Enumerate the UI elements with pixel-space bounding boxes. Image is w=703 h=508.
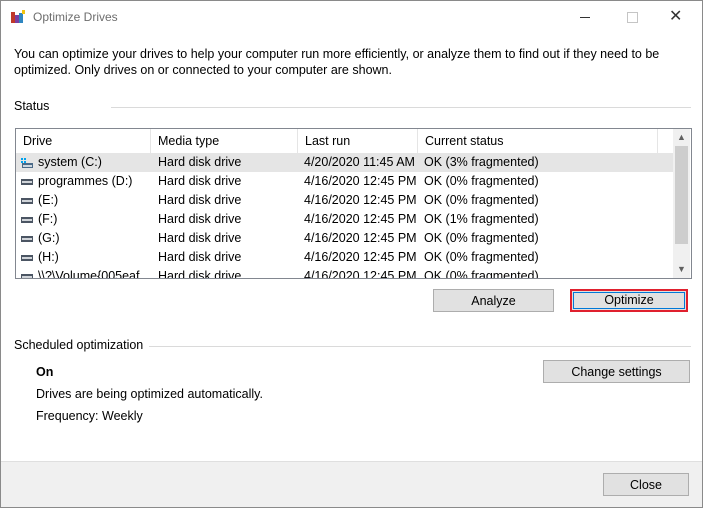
optimize-button[interactable]: Optimize [570,289,688,312]
drive-row[interactable]: (F:) Hard disk drive 4/16/2020 12:45 PM … [16,210,673,229]
system-drive-icon [21,158,33,168]
drive-row[interactable]: system (C:) Hard disk drive 4/20/2020 11… [16,153,673,172]
current-status: OK (1% fragmented) [424,212,539,226]
schedule-frequency: Frequency: Weekly [36,409,143,423]
maximize-icon [627,12,638,23]
media-type: Hard disk drive [158,212,242,226]
media-type: Hard disk drive [158,231,242,245]
drive-row[interactable]: \\?\Volume{005eaf Hard disk drive 4/16/2… [16,267,673,279]
hard-drive-icon [21,179,33,185]
dialog-footer [1,461,702,507]
current-status: OK (0% fragmented) [424,269,539,279]
analyze-button[interactable]: Analyze [433,289,554,312]
optimize-button-label: Optimize [573,292,685,309]
column-header-last-run[interactable]: Last run [298,129,418,153]
current-status: OK (0% fragmented) [424,193,539,207]
optimize-drives-window: Optimize Drives ✕ You can optimize your … [0,0,703,508]
scheduled-optimization-label: Scheduled optimization [14,338,144,352]
media-type: Hard disk drive [158,174,242,188]
scheduled-divider [149,346,691,347]
title-bar[interactable]: Optimize Drives ✕ [1,1,702,33]
drive-row[interactable]: programmes (D:) Hard disk drive 4/16/202… [16,172,673,191]
scroll-up-arrow-icon[interactable]: ▲ [673,129,690,146]
media-type: Hard disk drive [158,250,242,264]
media-type: Hard disk drive [158,193,242,207]
minimize-button[interactable] [563,1,609,33]
drive-row[interactable]: (E:) Hard disk drive 4/16/2020 12:45 PM … [16,191,673,210]
drive-name: (E:) [38,193,59,207]
hard-drive-icon [21,255,33,261]
change-settings-button[interactable]: Change settings [543,360,690,383]
minimize-icon [580,17,590,18]
intro-description: You can optimize your drives to help you… [14,47,660,77]
drive-name: (F:) [38,212,58,226]
column-header-drive[interactable]: Drive [16,129,151,153]
hard-drive-icon [21,274,33,278]
drives-list-rows: system (C:) Hard disk drive 4/20/2020 11… [16,153,673,279]
hard-drive-icon [21,217,33,223]
current-status: OK (0% fragmented) [424,231,539,245]
window-close-button[interactable]: ✕ [655,1,701,33]
current-status: OK (0% fragmented) [424,174,539,188]
window-title: Optimize Drives [33,10,118,24]
drive-name: \\?\Volume{005eaf [38,269,140,279]
media-type: Hard disk drive [158,269,242,279]
current-status: OK (0% fragmented) [424,250,539,264]
media-type: Hard disk drive [158,155,242,169]
column-header-current-status[interactable]: Current status [418,129,658,153]
last-run: 4/16/2020 12:45 PM [304,250,417,264]
close-icon: ✕ [669,8,683,25]
last-run: 4/16/2020 12:45 PM [304,193,417,207]
drive-name: (H:) [38,250,59,264]
drives-list-header: Drive Media type Last run Current status [16,129,673,153]
last-run: 4/16/2020 12:45 PM [304,231,417,245]
column-header-media-type[interactable]: Media type [151,129,298,153]
hard-drive-icon [21,236,33,242]
schedule-state: On [36,365,54,379]
drive-name: programmes (D:) [38,174,133,188]
hard-drive-icon [21,198,33,204]
maximize-button[interactable] [609,1,655,33]
last-run: 4/16/2020 12:45 PM [304,212,417,226]
current-status: OK (3% fragmented) [424,155,539,169]
last-run: 4/16/2020 12:45 PM [304,269,417,279]
close-button[interactable]: Close [603,473,689,496]
scrollbar-thumb[interactable] [675,146,688,244]
status-divider [111,107,691,108]
scroll-down-arrow-icon[interactable]: ▼ [673,261,690,278]
drive-name: (G:) [38,231,60,245]
drives-list[interactable]: Drive Media type Last run Current status… [15,128,692,279]
defrag-app-icon [11,10,25,23]
last-run: 4/20/2020 11:45 AM [304,155,415,169]
drives-list-scrollbar[interactable]: ▲ ▼ [673,129,690,278]
drive-row[interactable]: (G:) Hard disk drive 4/16/2020 12:45 PM … [16,229,673,248]
schedule-description: Drives are being optimized automatically… [36,387,263,401]
drive-name: system (C:) [38,155,102,169]
status-section-label: Status [14,99,50,113]
drive-row[interactable]: (H:) Hard disk drive 4/16/2020 12:45 PM … [16,248,673,267]
last-run: 4/16/2020 12:45 PM [304,174,417,188]
